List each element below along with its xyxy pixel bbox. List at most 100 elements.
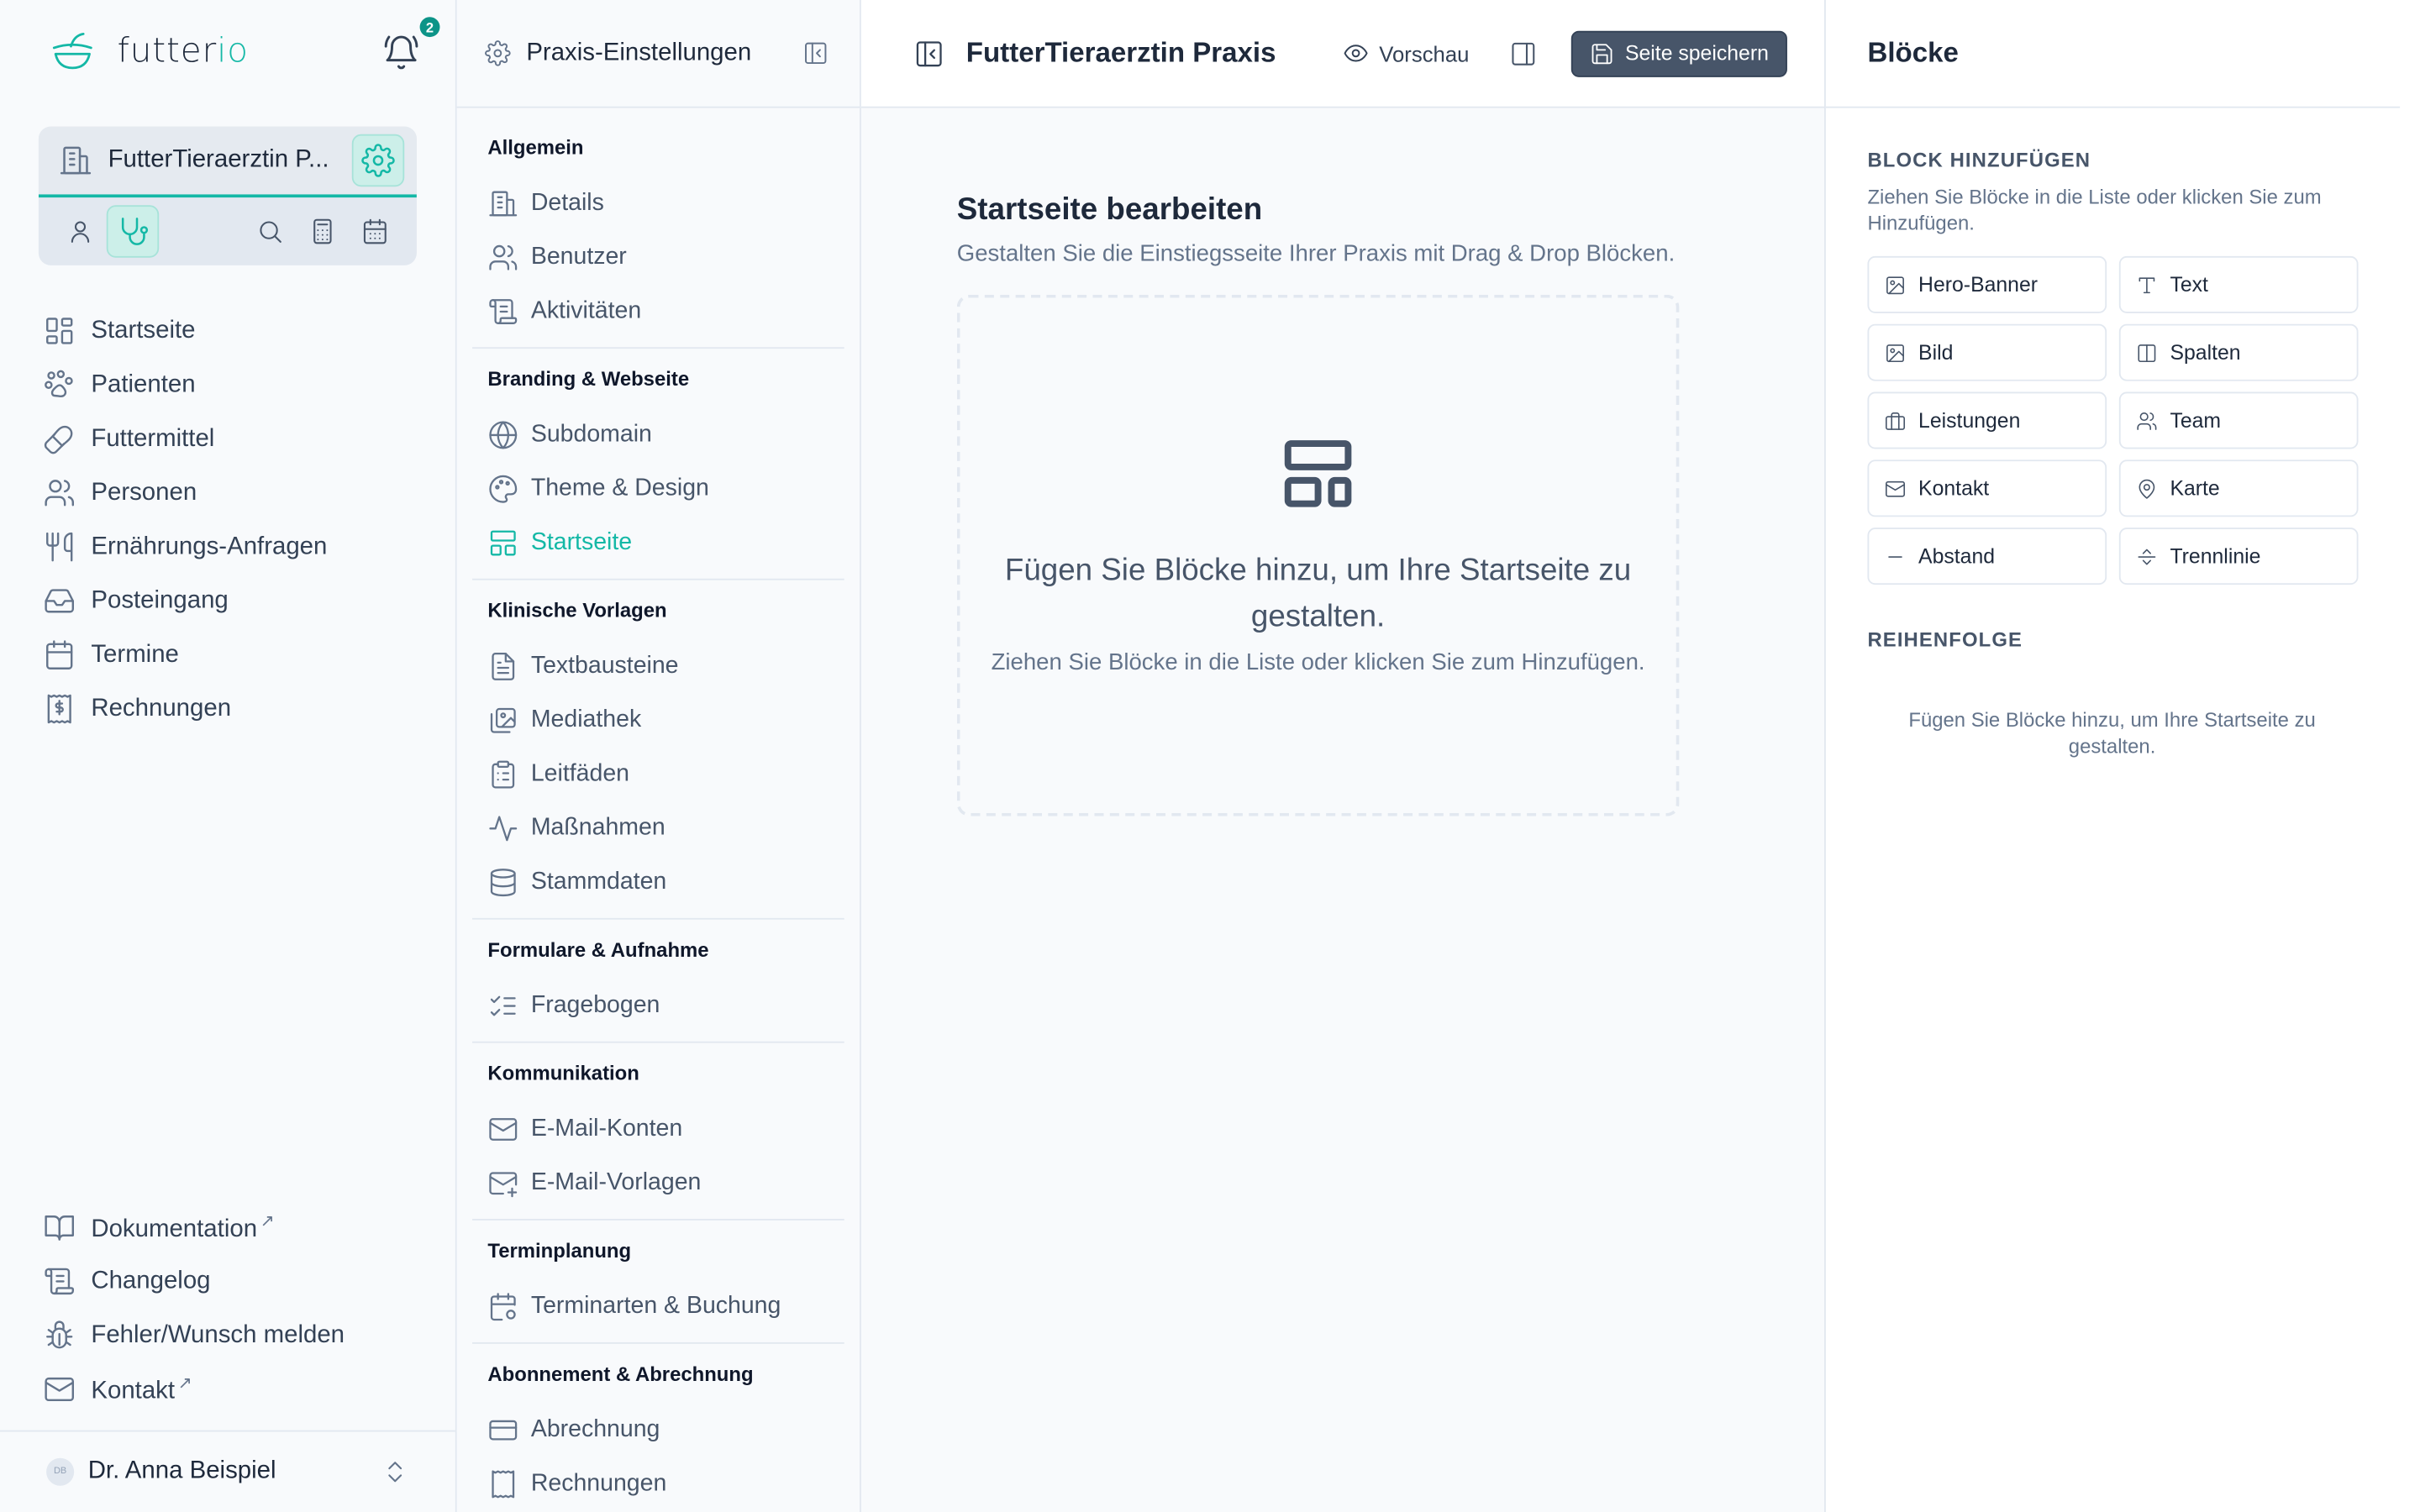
- toggle-blocks-panel-icon[interactable]: [1509, 39, 1537, 67]
- nav-label: Changelog: [91, 1267, 211, 1294]
- settings-item-email-vorlagen[interactable]: E-Mail-Vorlagen: [472, 1156, 844, 1210]
- calculator-button[interactable]: [297, 205, 349, 257]
- block-leistungen-button[interactable]: Leistungen: [1867, 391, 2107, 449]
- search-button[interactable]: [244, 205, 296, 257]
- preview-button[interactable]: Vorschau: [1342, 40, 1469, 66]
- invoice-icon: [487, 1468, 518, 1499]
- nav-feedback[interactable]: Fehler/Wunsch melden: [43, 1309, 345, 1362]
- section-heading: Klinische Vorlagen: [487, 598, 667, 622]
- nav-dokumentation[interactable]: Dokumentation ↗: [43, 1200, 345, 1254]
- settings-section-klinische-vorlagen: Klinische Vorlagen Textbausteine Mediath…: [472, 599, 844, 920]
- nav-termine[interactable]: Termine: [43, 628, 327, 682]
- calendar-cog-icon: [487, 1290, 518, 1321]
- editor-content: Startseite bearbeiten Gestalten Sie die …: [956, 193, 1767, 816]
- settings-section-allgemein: Allgemein Details Benutzer Aktivitäten: [472, 136, 844, 349]
- settings-item-label: E-Mail-Vorlagen: [530, 1168, 702, 1195]
- editor-subheading: Gestalten Sie die Einstiegsseite Ihrer P…: [956, 240, 1676, 267]
- block-dropzone[interactable]: Fügen Sie Blöcke hinzu, um Ihre Startsei…: [956, 294, 1680, 816]
- settings-item-label: Maßnahmen: [530, 813, 666, 841]
- block-hero-banner-button[interactable]: Hero-Banner: [1867, 255, 2107, 313]
- section-heading: Terminplanung: [487, 1238, 632, 1263]
- collapse-panel-icon[interactable]: [802, 40, 829, 66]
- block-text-button[interactable]: Text: [2118, 255, 2359, 313]
- notifications-bell-icon[interactable]: [383, 34, 420, 71]
- gear-icon: [485, 40, 511, 66]
- settings-item-subdomain[interactable]: Subdomain: [472, 407, 844, 461]
- settings-header: Praxis-Einstellungen: [456, 0, 860, 108]
- block-label: Bild: [1918, 340, 1954, 365]
- settings-item-mediathek[interactable]: Mediathek: [472, 693, 844, 747]
- settings-section-terminplanung: Terminplanung Terminarten & Buchung: [472, 1239, 844, 1344]
- block-karte-button[interactable]: Karte: [2118, 459, 2359, 517]
- nav-startseite[interactable]: Startseite: [43, 304, 327, 358]
- list-checks-icon: [487, 990, 518, 1021]
- settings-item-abrechnung[interactable]: Abrechnung: [472, 1403, 844, 1457]
- nav-ernaehrungs-anfragen[interactable]: Ernährungs-Anfragen: [43, 520, 327, 574]
- settings-navigation: Praxis-Einstellungen Allgemein Details B…: [456, 0, 861, 1512]
- order-heading: Reihenfolge: [1867, 627, 2023, 652]
- page-title: FutterTieraerztin Praxis: [965, 37, 1276, 68]
- activity-icon: [487, 812, 518, 843]
- page-editor: FutterTieraerztin Praxis Vorschau Seite …: [860, 0, 1825, 1512]
- settings-item-leitfaeden[interactable]: Leitfäden: [472, 747, 844, 801]
- settings-item-textbausteine[interactable]: Textbausteine: [472, 638, 844, 692]
- settings-item-label: Theme & Design: [530, 474, 709, 501]
- dropzone-title: Fügen Sie Blöcke hinzu, um Ihre Startsei…: [1004, 554, 1632, 634]
- blocks-panel: Blöcke Block hinzufügen Ziehen Sie Blöck…: [1824, 0, 2401, 1512]
- settings-item-email-konten[interactable]: E-Mail-Konten: [472, 1101, 844, 1155]
- settings-item-details[interactable]: Details: [472, 176, 844, 229]
- block-bild-button[interactable]: Bild: [1867, 323, 2107, 381]
- user-menu[interactable]: DB Dr. Anna Beispiel: [0, 1430, 455, 1512]
- settings-item-fragebogen[interactable]: Fragebogen: [472, 978, 844, 1032]
- nav-label: Startseite: [91, 317, 196, 344]
- settings-item-label: Rechnungen: [530, 1469, 667, 1496]
- practice-settings-button[interactable]: [351, 134, 405, 187]
- brand-logo[interactable]: futterio: [50, 28, 249, 74]
- scroll-icon: [43, 1265, 76, 1298]
- layout-icon: [487, 527, 518, 558]
- settings-item-startseite[interactable]: Startseite: [472, 515, 844, 569]
- scroll-icon: [487, 296, 518, 327]
- section-heading: Branding & Webseite: [487, 367, 690, 391]
- nav-rechnungen[interactable]: Rechnungen: [43, 682, 327, 736]
- nav-posteingang[interactable]: Posteingang: [43, 574, 327, 627]
- settings-item-aktivitaeten[interactable]: Aktivitäten: [472, 284, 844, 338]
- calculator-icon: [308, 218, 336, 245]
- block-trennlinie-button[interactable]: Trennlinie: [2118, 528, 2359, 585]
- nav-label: Futtermittel: [91, 425, 215, 452]
- columns-icon: [2136, 342, 2158, 364]
- nav-kontakt[interactable]: Kontakt ↗: [43, 1362, 345, 1416]
- settings-item-rechnungen[interactable]: Rechnungen: [472, 1457, 844, 1510]
- notification-badge: 2: [419, 17, 440, 38]
- bug-icon: [43, 1319, 76, 1352]
- separator-icon: [2136, 545, 2158, 567]
- calendar-button[interactable]: [349, 205, 401, 257]
- save-page-button[interactable]: Seite speichern: [1570, 29, 1787, 76]
- settings-item-stammdaten[interactable]: Stammdaten: [472, 855, 844, 909]
- block-abstand-button[interactable]: Abstand: [1867, 528, 2107, 585]
- clinic-button[interactable]: [106, 205, 160, 258]
- nav-patienten[interactable]: Patienten: [43, 358, 327, 412]
- settings-item-theme[interactable]: Theme & Design: [472, 461, 844, 515]
- external-link-icon: ↗: [177, 1374, 192, 1394]
- nav-personen[interactable]: Personen: [43, 466, 327, 520]
- stethoscope-icon: [116, 214, 150, 248]
- nav-changelog[interactable]: Changelog: [43, 1254, 345, 1308]
- nav-label: Patienten: [91, 370, 196, 397]
- practice-header[interactable]: FutterTieraerztin P...: [38, 126, 417, 198]
- nav-label: Ernährungs-Anfragen: [91, 533, 328, 559]
- map-pin-icon: [2136, 477, 2158, 499]
- settings-item-label: Benutzer: [530, 243, 627, 270]
- profile-button[interactable]: [54, 205, 106, 257]
- user-name: Dr. Anna Beispiel: [87, 1457, 276, 1484]
- block-kontakt-button[interactable]: Kontakt: [1867, 459, 2107, 517]
- block-team-button[interactable]: Team: [2118, 391, 2359, 449]
- food-icon: [43, 423, 76, 455]
- block-spalten-button[interactable]: Spalten: [2118, 323, 2359, 381]
- settings-item-benutzer[interactable]: Benutzer: [472, 230, 844, 284]
- collapse-sidebar-icon[interactable]: [913, 38, 944, 69]
- settings-item-massnahmen[interactable]: Maßnahmen: [472, 801, 844, 854]
- nav-futtermittel[interactable]: Futtermittel: [43, 412, 327, 465]
- settings-item-label: Mediathek: [530, 706, 642, 732]
- settings-item-terminarten[interactable]: Terminarten & Buchung: [472, 1279, 844, 1333]
